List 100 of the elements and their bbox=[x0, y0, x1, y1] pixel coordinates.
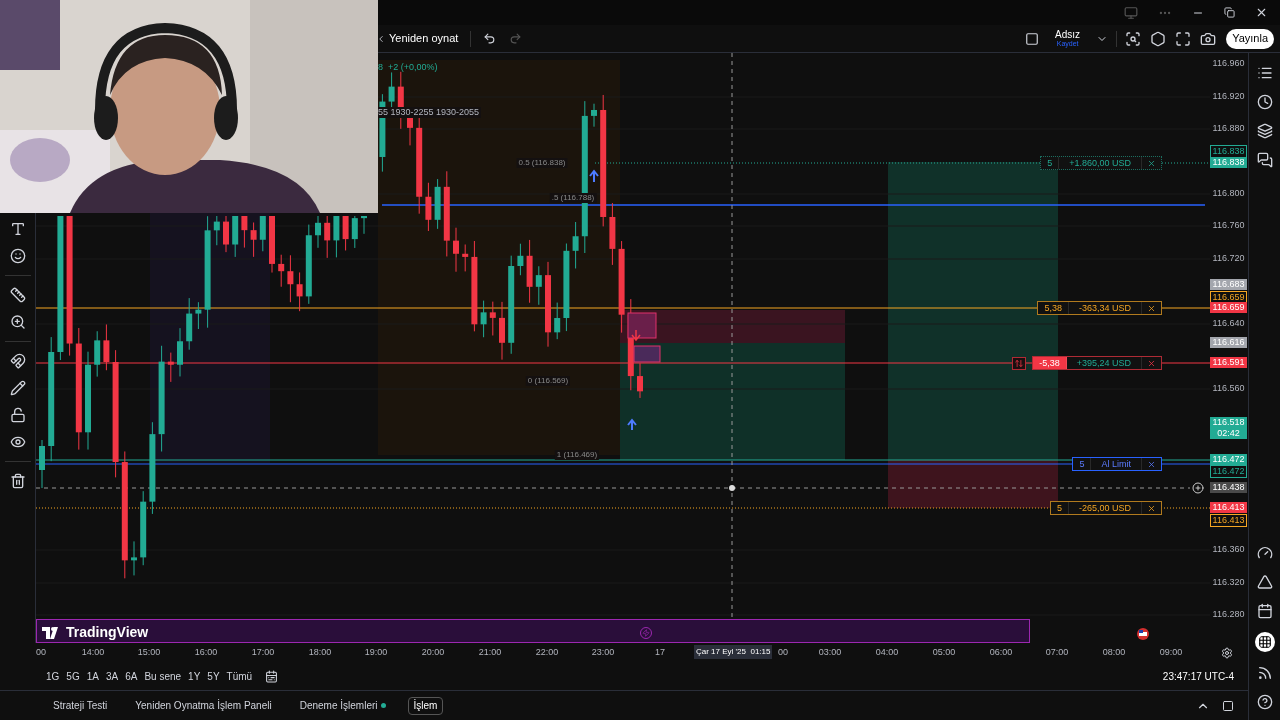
date-range-icon[interactable] bbox=[265, 670, 279, 683]
range-button[interactable]: 5Y bbox=[207, 669, 220, 684]
help-icon[interactable] bbox=[1256, 694, 1273, 710]
restore-icon[interactable] bbox=[1224, 7, 1235, 18]
candle bbox=[167, 352, 174, 383]
candle bbox=[213, 215, 220, 246]
order-tag[interactable]: 5 Al Limit bbox=[1072, 457, 1162, 471]
candle bbox=[287, 254, 294, 303]
panel-tab[interactable]: Yeniden Oynatma İşlem Paneli bbox=[129, 696, 278, 715]
redo-icon[interactable] bbox=[509, 32, 523, 45]
grid-icon[interactable] bbox=[1254, 632, 1275, 652]
undo-icon[interactable] bbox=[483, 32, 497, 45]
candle bbox=[278, 254, 285, 288]
candle bbox=[453, 227, 459, 273]
time-label: 21:00 bbox=[478, 646, 502, 659]
order-quantity: 5 bbox=[1041, 157, 1060, 169]
price-label: 116.591 bbox=[1210, 357, 1247, 368]
chat-icon[interactable] bbox=[1256, 152, 1273, 168]
price-label: 116.560 bbox=[1211, 383, 1246, 394]
session-label: 55 1930-2255 1930-2055 bbox=[378, 107, 482, 118]
price-label: 116.280 bbox=[1211, 609, 1246, 620]
zoom-icon[interactable] bbox=[9, 314, 26, 330]
time-label: 00 bbox=[36, 646, 46, 659]
layers-icon[interactable] bbox=[1256, 123, 1273, 139]
time-label: 00 bbox=[778, 646, 788, 659]
panel-tab[interactable]: Strateji Testi bbox=[47, 696, 114, 715]
order-tag[interactable]: 5,38 -363,34 USD bbox=[1037, 301, 1162, 315]
add-icon[interactable] bbox=[1192, 482, 1204, 494]
candle bbox=[535, 265, 542, 306]
trash-icon[interactable] bbox=[9, 473, 26, 489]
candle bbox=[572, 221, 579, 269]
layout-name[interactable]: Adsız bbox=[1055, 30, 1081, 40]
price-label: 116.960 bbox=[1211, 58, 1246, 69]
price-label: 116.438 bbox=[1210, 482, 1247, 493]
text-icon[interactable] bbox=[9, 221, 26, 237]
candle bbox=[554, 302, 561, 340]
pencil-icon[interactable] bbox=[9, 380, 26, 396]
clock-icon[interactable] bbox=[1256, 94, 1273, 110]
publish-button[interactable]: Yayınla bbox=[1226, 28, 1274, 49]
rss-icon[interactable] bbox=[1256, 665, 1273, 681]
flag-icon[interactable] bbox=[1137, 628, 1149, 640]
fib-level-label: .5 (116.788) bbox=[549, 193, 597, 203]
order-tag[interactable]: 5 +1.860,00 USD bbox=[1040, 156, 1162, 170]
price-label: 116.720 bbox=[1211, 253, 1246, 264]
smiley-icon[interactable] bbox=[9, 248, 26, 264]
candle bbox=[499, 301, 505, 361]
time-label: 08:00 bbox=[1102, 646, 1126, 659]
search-icon[interactable] bbox=[1125, 30, 1142, 47]
calendar-icon[interactable] bbox=[1256, 603, 1273, 619]
price-label: 116.880 bbox=[1211, 123, 1246, 134]
price-label: 116.518 02:42 bbox=[1210, 417, 1247, 439]
candle bbox=[591, 103, 597, 128]
range-button[interactable]: 1A bbox=[86, 669, 99, 684]
range-button[interactable]: Bu sene bbox=[144, 669, 182, 684]
candle bbox=[526, 239, 533, 304]
triangle-icon[interactable] bbox=[1256, 574, 1273, 590]
fullscreen-icon[interactable] bbox=[1175, 30, 1192, 47]
candle bbox=[223, 215, 229, 253]
layout-icon[interactable] bbox=[1025, 31, 1040, 46]
candle bbox=[39, 439, 45, 489]
close-icon[interactable] bbox=[1255, 6, 1268, 19]
close-icon[interactable] bbox=[1147, 303, 1156, 313]
close-icon[interactable] bbox=[1147, 503, 1156, 513]
back-icon[interactable] bbox=[376, 33, 386, 44]
price-label: 116.800 bbox=[1211, 188, 1246, 199]
gauge-icon[interactable] bbox=[1256, 545, 1273, 561]
range-button[interactable]: Tümü bbox=[226, 669, 253, 684]
maximize-icon[interactable] bbox=[1222, 699, 1234, 712]
price-change: 8 +2 (+0,00%) bbox=[378, 61, 438, 74]
replay-button[interactable]: Yeniden oynat bbox=[389, 30, 459, 47]
time-label: 14:00 bbox=[81, 646, 105, 659]
magnet-icon[interactable] bbox=[9, 353, 26, 369]
range-button[interactable]: 3A bbox=[105, 669, 119, 684]
candle bbox=[94, 330, 101, 378]
price-label: 116.683 bbox=[1210, 279, 1247, 290]
range-button[interactable]: 1Y bbox=[188, 669, 201, 684]
order-quantity: 5 bbox=[1050, 502, 1069, 514]
price-label: 116.472 bbox=[1210, 454, 1247, 465]
order-tag[interactable]: 5 -265,00 USD bbox=[1049, 501, 1162, 515]
order-pnl: +1.860,00 USD bbox=[1068, 157, 1132, 169]
panel-tab[interactable]: İşlem bbox=[407, 696, 444, 715]
candle bbox=[103, 324, 110, 371]
price-label: 116.920 bbox=[1211, 91, 1246, 102]
eye-icon[interactable] bbox=[9, 434, 26, 450]
range-button[interactable]: 6A bbox=[125, 669, 138, 684]
range-button[interactable]: 1G bbox=[46, 669, 60, 684]
panel-tab[interactable]: Deneme İşlemleri bbox=[293, 696, 392, 715]
lock-icon[interactable] bbox=[9, 407, 26, 423]
camera-icon[interactable] bbox=[1200, 30, 1217, 47]
range-button[interactable]: 5G bbox=[66, 669, 80, 684]
candle bbox=[131, 540, 137, 576]
lightning-icon[interactable] bbox=[640, 627, 652, 639]
candle bbox=[177, 327, 183, 377]
ruler-icon[interactable] bbox=[9, 287, 26, 303]
candle bbox=[489, 301, 496, 336]
price-label: 116.640 bbox=[1211, 318, 1246, 329]
fib-level-label: 0 (116.569) bbox=[525, 376, 571, 386]
price-label: 116.659 bbox=[1210, 302, 1247, 313]
order-tag[interactable]: -5,38 +395,24 USD bbox=[1032, 356, 1162, 370]
list-icon[interactable] bbox=[1256, 65, 1273, 81]
